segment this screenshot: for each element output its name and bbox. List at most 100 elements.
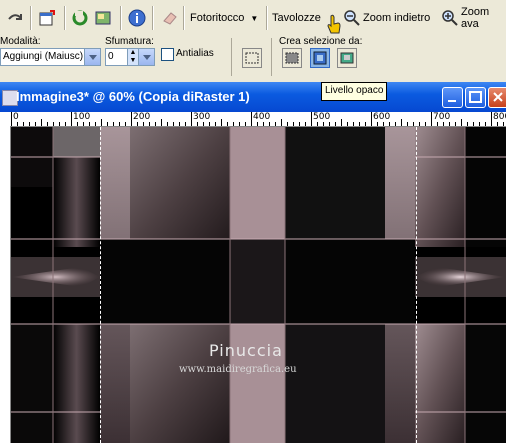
ruler-major-tick [491,112,492,126]
ruler-minor-tick [221,119,222,126]
ruler-minor-tick [347,122,348,126]
ruler-minor-tick [359,122,360,126]
zoom-out-button[interactable]: Zoom indietro [343,8,430,28]
minimize-button[interactable] [442,87,463,108]
zoom-out-label: Zoom indietro [363,12,431,24]
ruler-minor-tick [305,122,306,126]
tavolozze-label: Tavolozze [272,12,321,24]
ruler-minor-tick [413,122,414,126]
ruler-minor-tick [287,122,288,126]
chevron-down-icon[interactable] [84,49,100,65]
ruler-minor-tick [401,119,402,126]
redo-icon [6,9,24,27]
ruler-minor-tick [317,122,318,126]
ruler-minor-tick [29,122,30,126]
ruler-minor-tick [155,122,156,126]
ruler-label: 300 [193,112,211,122]
chevron-down-icon[interactable] [138,49,154,65]
mode-label: Modalità: [0,36,41,47]
ruler-minor-tick [281,119,282,126]
ruler-minor-tick [275,122,276,126]
ruler-minor-tick [113,122,114,126]
ruler-minor-tick [119,122,120,126]
ruler-minor-tick [185,122,186,126]
ruler-minor-tick [323,122,324,126]
ruler-minor-tick [335,122,336,126]
selection-marquee [100,127,417,443]
ruler-minor-tick [329,122,330,126]
close-button[interactable] [488,87,506,108]
browse-button[interactable] [94,8,112,28]
ruler-minor-tick [299,122,300,126]
main-toolbar: Fotoritocco ▼ Tavolozze Zoom indietro Zo… [0,0,506,37]
window-title: Immagine3* @ 60% (Copia diRaster 1) [16,89,250,104]
ruler-minor-tick [41,119,42,126]
ruler-minor-tick [407,122,408,126]
window-title-bar[interactable]: Immagine3* @ 60% (Copia diRaster 1) [0,82,506,112]
ruler-minor-tick [365,122,366,126]
ruler-major-tick [131,112,132,126]
info-button[interactable] [128,8,146,28]
ruler-label: 400 [253,112,271,122]
ruler-minor-tick [59,122,60,126]
ruler-label: 200 [133,112,151,122]
ruler-minor-tick [467,122,468,126]
ruler-minor-tick [377,122,378,126]
redo-button[interactable] [6,8,24,28]
ruler-major-tick [311,112,312,126]
tooltip: Livello opaco [321,82,388,101]
eraser-button[interactable] [161,8,179,28]
ruler-minor-tick [503,122,504,126]
watermark-name: Pinuccia [209,341,283,360]
mode-value: Aggiungi (Maiusc) [3,51,84,62]
ruler-minor-tick [161,119,162,126]
ruler-minor-tick [473,122,474,126]
ruler-label: 100 [73,112,91,122]
ruler-minor-tick [137,122,138,126]
ruler-minor-tick [107,122,108,126]
ruler-minor-tick [203,122,204,126]
ruler-minor-tick [65,122,66,126]
merged-icon [340,52,354,64]
ruler-minor-tick [197,122,198,126]
hand-cursor-icon [327,14,341,34]
close-icon [493,92,503,102]
refresh-button[interactable] [71,8,89,28]
ruler-minor-tick [461,119,462,126]
feather-input[interactable]: 0 ▲ ▼ [105,48,155,66]
tavolozze-menu[interactable]: Tavolozze [272,8,321,28]
layer-icon [285,52,299,64]
info-icon [128,9,146,27]
ruler-label: 0 [13,112,19,122]
ruler-minor-tick [443,122,444,126]
ruler-minor-tick [17,122,18,126]
ruler-label: 600 [373,112,391,122]
opaque-layer-button[interactable] [310,48,330,68]
zoom-out-icon [343,9,361,27]
antialias-checkbox[interactable] [161,48,174,61]
fotoritocco-label: Fotoritocco [190,12,245,24]
feather-stepper[interactable]: ▲ ▼ [127,49,138,65]
ruler-major-tick [71,112,72,126]
zoom-in-button[interactable]: Zoom ava [441,6,506,30]
from-layer-button[interactable] [282,48,302,68]
ruler-minor-tick [419,122,420,126]
ruler-minor-tick [89,122,90,126]
ruler-minor-tick [95,122,96,126]
mode-select[interactable]: Aggiungi (Maiusc) [0,48,101,66]
ruler-minor-tick [395,122,396,126]
ruler-minor-tick [263,122,264,126]
ruler-minor-tick [125,122,126,126]
ruler-label: 700 [433,112,451,122]
maximize-button[interactable] [465,87,486,108]
selection-mode-button[interactable] [242,48,262,68]
merged-button[interactable] [337,48,357,68]
new-window-button[interactable] [38,8,56,28]
ruler-minor-tick [479,122,480,126]
ruler-minor-tick [425,122,426,126]
eraser-icon [161,9,179,27]
fotoritocco-menu[interactable]: Fotoritocco ▼ [190,8,258,28]
opaque-layer-icon [313,51,327,65]
feather-value: 0 [108,51,114,62]
image-canvas[interactable] [11,127,506,443]
